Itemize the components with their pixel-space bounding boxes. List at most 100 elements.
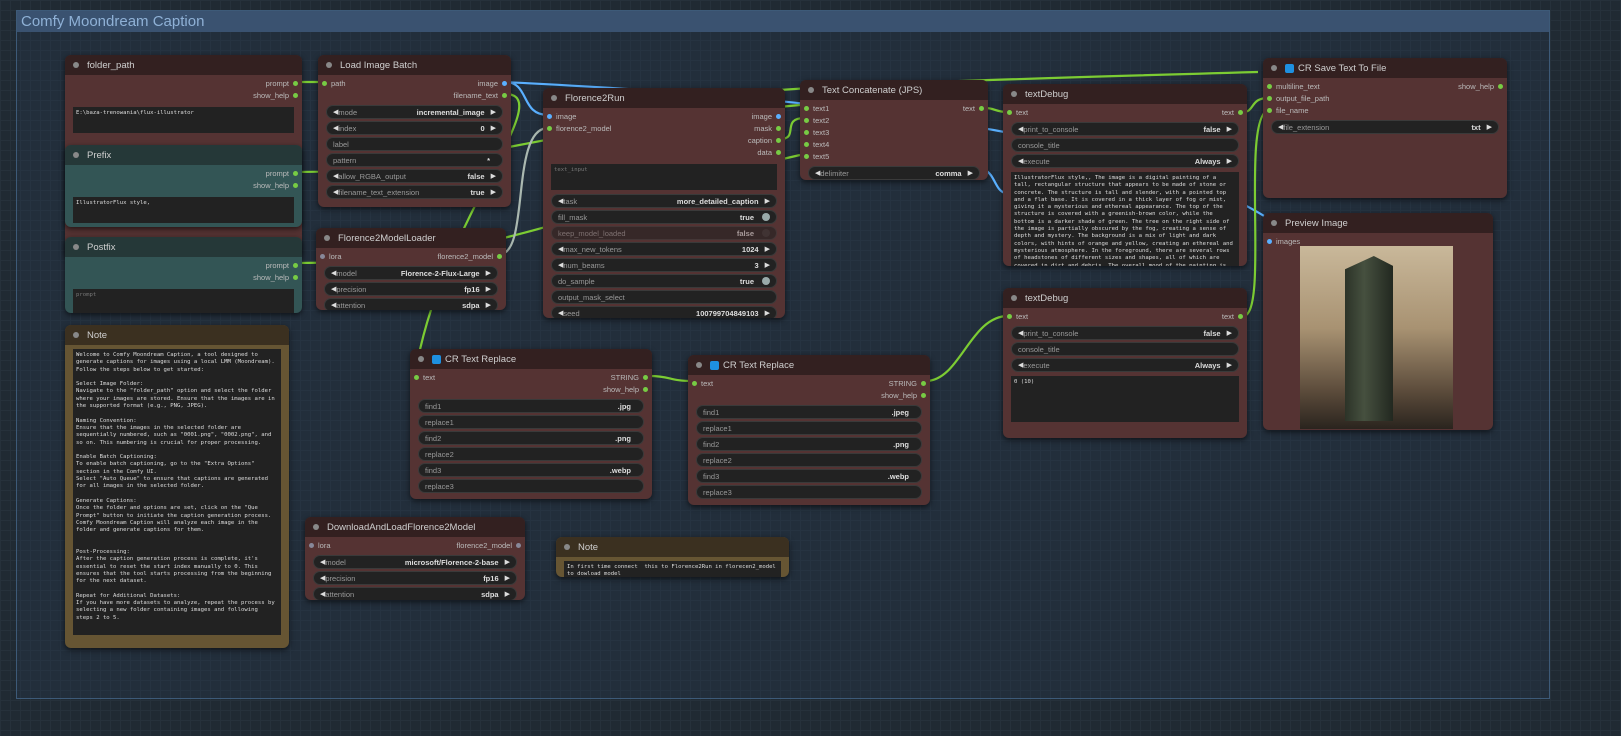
node-cr-save[interactable]: CR Save Text To File multiline_text output… — [1263, 58, 1507, 198]
node-canvas[interactable]: Comfy Moondream Caption folder_path promp… — [0, 0, 1621, 736]
input-pin-icon[interactable] — [1267, 83, 1272, 89]
output-pin-icon[interactable] — [516, 542, 521, 548]
text-area[interactable]: text_input — [551, 164, 777, 190]
input-slot-text[interactable]: text — [410, 371, 435, 383]
node-header[interactable]: CR Text Replace — [410, 349, 652, 369]
output-pin-icon[interactable] — [1238, 313, 1243, 319]
input-pin-icon[interactable] — [804, 117, 809, 123]
input-pin-icon[interactable] — [414, 374, 419, 380]
collapse-dot-icon[interactable] — [551, 95, 557, 101]
node-header[interactable]: Load Image Batch — [318, 55, 511, 75]
output-slot-STRING[interactable]: STRING — [881, 377, 930, 389]
node-postfix[interactable]: Postfix prompt show_help prompt — [65, 237, 302, 313]
input-slot-text5[interactable]: text5 — [800, 150, 829, 162]
collapse-dot-icon[interactable] — [1271, 65, 1277, 71]
input-slot-output_file_path[interactable]: output_file_path — [1263, 92, 1329, 104]
collapse-dot-icon[interactable] — [73, 152, 79, 158]
node-text-debug2[interactable]: textDebug text text ◀ print_to_console false ▶… — [1003, 288, 1247, 438]
widget-find1[interactable]: find1 .jpeg — [696, 405, 922, 419]
output-slot-show_help[interactable]: show_help — [603, 383, 652, 395]
output-pin-icon[interactable] — [293, 274, 298, 280]
output-slot-image[interactable]: image — [453, 77, 511, 89]
text-area[interactable]: IllustratorFlux style,, The image is a d… — [1011, 172, 1239, 266]
node-header[interactable]: Preview Image — [1263, 213, 1493, 233]
collapse-dot-icon[interactable] — [418, 356, 424, 362]
arrow-right-icon[interactable]: ▶ — [486, 285, 491, 293]
output-pin-icon[interactable] — [1498, 83, 1503, 89]
widget-attention[interactable]: ◀ attention sdpa ▶ — [313, 587, 517, 600]
collapse-dot-icon[interactable] — [1271, 220, 1277, 226]
node-header[interactable]: Text Concatenate (JPS) — [800, 80, 988, 100]
widget-replace1[interactable]: replace1 — [418, 415, 644, 429]
input-pin-icon[interactable] — [547, 113, 552, 119]
widget-console-title[interactable]: console_title — [1011, 342, 1239, 356]
output-slot-caption[interactable]: caption — [748, 134, 785, 146]
collapse-dot-icon[interactable] — [696, 362, 702, 368]
output-slot-show_help[interactable]: show_help — [1458, 80, 1507, 92]
output-pin-icon[interactable] — [293, 182, 298, 188]
output-slot-show_help[interactable]: show_help — [253, 89, 302, 101]
input-pin-icon[interactable] — [1267, 95, 1272, 101]
widget-find3[interactable]: find3 .webp — [696, 469, 922, 483]
node-f2-loader[interactable]: Florence2ModelLoader lora florence2_model ◀… — [316, 228, 506, 310]
widget-replace1[interactable]: replace1 — [696, 421, 922, 435]
input-slot-text1[interactable]: text1 — [800, 102, 829, 114]
output-slot-prompt[interactable]: prompt — [253, 167, 302, 179]
output-pin-icon[interactable] — [293, 92, 298, 98]
input-pin-icon[interactable] — [1007, 109, 1012, 115]
widget-task[interactable]: ◀ task more_detailed_caption ▶ — [551, 194, 777, 208]
output-pin-icon[interactable] — [776, 113, 781, 119]
collapse-dot-icon[interactable] — [326, 62, 332, 68]
widget-model[interactable]: ◀ model Florence-2-Flux-Large ▶ — [324, 266, 498, 280]
arrow-right-icon[interactable]: ▶ — [765, 245, 770, 253]
output-pin-icon[interactable] — [293, 262, 298, 268]
node-note2[interactable]: Note In first time connect this to Floren… — [556, 537, 789, 577]
node-header[interactable]: Note — [65, 325, 289, 345]
widget-find3[interactable]: find3 .webp — [418, 463, 644, 477]
text-area[interactable]: In first time connect this to Florence2R… — [564, 561, 781, 577]
input-pin-icon[interactable] — [320, 253, 325, 259]
widget-delimiter[interactable]: ◀ delimiter comma ▶ — [808, 166, 980, 180]
node-dl-loader[interactable]: DownloadAndLoadFlorence2Model lora florenc… — [305, 517, 525, 600]
output-slot-data[interactable]: data — [748, 146, 785, 158]
output-pin-icon[interactable] — [502, 92, 507, 98]
widget-max-new-tokens[interactable]: ◀ max_new_tokens 1024 ▶ — [551, 242, 777, 256]
output-slot-show_help[interactable]: show_help — [253, 271, 302, 283]
widget-mode[interactable]: ◀ mode incremental_image ▶ — [326, 105, 503, 119]
output-slot-filename_text[interactable]: filename_text — [453, 89, 511, 101]
node-header[interactable]: Note — [556, 537, 789, 557]
widget-model[interactable]: ◀ model microsoft/Florence-2-base ▶ — [313, 555, 517, 569]
widget-precision[interactable]: ◀ precision fp16 ▶ — [313, 571, 517, 585]
widget-replace2[interactable]: replace2 — [418, 447, 644, 461]
output-slot-text[interactable]: text — [1222, 310, 1247, 322]
text-area[interactable]: prompt — [73, 289, 294, 313]
arrow-right-icon[interactable]: ▶ — [765, 261, 770, 269]
arrow-right-icon[interactable]: ▶ — [505, 558, 510, 566]
input-slot-image[interactable]: image — [543, 110, 611, 122]
input-slot-text[interactable]: text — [1003, 310, 1028, 322]
text-area[interactable]: IllustratorFlux style, — [73, 197, 294, 223]
widget-attention[interactable]: ◀ attention sdpa ▶ — [324, 298, 498, 310]
widget-filename-text-extension[interactable]: ◀ filename_text_extension true ▶ — [326, 185, 503, 199]
collapse-dot-icon[interactable] — [1011, 295, 1017, 301]
output-pin-icon[interactable] — [776, 125, 781, 131]
widget-replace3[interactable]: replace3 — [418, 479, 644, 493]
node-cr-replace2[interactable]: CR Text Replace text STRING show_help find1.… — [688, 355, 930, 505]
arrow-right-icon[interactable]: ▶ — [491, 188, 496, 196]
widget-execute[interactable]: ◀ execute Always ▶ — [1011, 154, 1239, 168]
toggle-icon[interactable] — [762, 213, 770, 221]
arrow-right-icon[interactable]: ▶ — [1487, 123, 1492, 131]
arrow-right-icon[interactable]: ▶ — [486, 301, 491, 309]
toggle-icon[interactable] — [762, 229, 770, 237]
widget-keep-model-loaded[interactable]: keep_model_loaded false — [551, 226, 777, 240]
arrow-right-icon[interactable]: ▶ — [765, 309, 770, 317]
output-slot-prompt[interactable]: prompt — [253, 259, 302, 271]
widget-label[interactable]: label — [326, 137, 503, 151]
widget-precision[interactable]: ◀ precision fp16 ▶ — [324, 282, 498, 296]
input-pin-icon[interactable] — [804, 129, 809, 135]
output-pin-icon[interactable] — [502, 80, 507, 86]
widget-print-to-console[interactable]: ◀ print_to_console false ▶ — [1011, 122, 1239, 136]
collapse-dot-icon[interactable] — [73, 244, 79, 250]
widget-find2[interactable]: find2 .png — [696, 437, 922, 451]
input-pin-icon[interactable] — [309, 542, 314, 548]
